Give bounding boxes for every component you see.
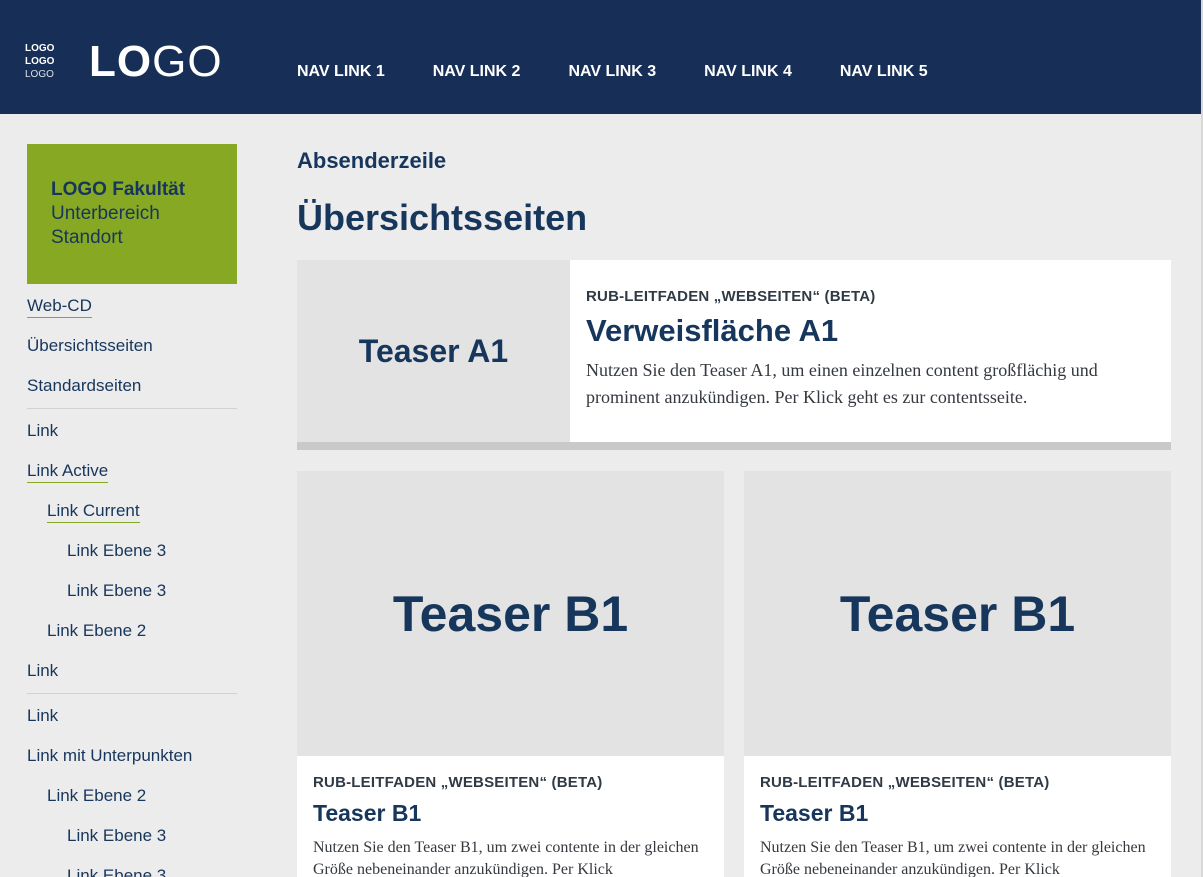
top-header: LOGO LOGO LOGO LOGO NAV LINK 1 NAV LINK … bbox=[0, 0, 1203, 114]
sidebar-nav: Web-CD Übersichtsseiten Standardseiten L… bbox=[27, 286, 237, 877]
sidebar-item-link[interactable]: Link bbox=[27, 411, 237, 451]
sidebar-item-link-ebene-2[interactable]: Link Ebene 2 bbox=[27, 611, 237, 651]
sidebar-item-link-current[interactable]: Link Current bbox=[27, 491, 237, 531]
sidebar-item-label: Link bbox=[27, 421, 59, 440]
sidebar-item-label: Link Ebene 3 bbox=[67, 826, 167, 845]
sidebar-item-uebersichtsseiten[interactable]: Übersichtsseiten bbox=[27, 326, 237, 366]
teaser-heading[interactable]: Verweisfläche A1 bbox=[586, 313, 1156, 349]
teaser-b1-card[interactable]: Teaser B1 RUB-LEITFADEN „WEBSEITEN“ (BET… bbox=[297, 471, 724, 877]
nav-link-5[interactable]: NAV LINK 5 bbox=[840, 62, 928, 82]
teaser-b1-text: RUB-LEITFADEN „WEBSEITEN“ (BETA) Teaser … bbox=[313, 774, 708, 877]
teaser-a1-text: RUB-LEITFADEN „WEBSEITEN“ (BETA) Verweis… bbox=[586, 288, 1156, 411]
sidebar-item-label: Standardseiten bbox=[27, 376, 142, 395]
teaser-description: Nutzen Sie den Teaser A1, um einen einze… bbox=[586, 360, 1098, 407]
logo-main-bold: LO bbox=[89, 37, 153, 86]
sidebar-item-standardseiten[interactable]: Standardseiten bbox=[27, 366, 237, 406]
sidebar-item-label: Link Current bbox=[47, 500, 140, 523]
faculty-box[interactable]: LOGO Fakultät Unterbereich Standort bbox=[27, 144, 237, 284]
sidebar-item-label: Link mit Unterpunkten bbox=[27, 746, 193, 765]
sidebar-item-label: Link Ebene 2 bbox=[47, 621, 147, 640]
sidebar-item-link-ebene-3[interactable]: Link Ebene 3 bbox=[27, 816, 237, 856]
faculty-subarea: Unterbereich bbox=[51, 203, 160, 224]
teaser-b1-card[interactable]: Teaser B1 RUB-LEITFADEN „WEBSEITEN“ (BET… bbox=[744, 471, 1171, 877]
teaser-heading[interactable]: Teaser B1 bbox=[313, 800, 708, 827]
sidebar-item-link[interactable]: Link bbox=[27, 651, 237, 691]
teaser-b1-image[interactable]: Teaser B1 bbox=[744, 471, 1171, 756]
sidebar-divider bbox=[27, 693, 237, 694]
logo-small-line: LOGO bbox=[25, 69, 54, 80]
teaser-kicker: RUB-LEITFADEN „WEBSEITEN“ (BETA) bbox=[313, 774, 603, 791]
teaser-b1-text: RUB-LEITFADEN „WEBSEITEN“ (BETA) Teaser … bbox=[760, 774, 1155, 877]
nav-link-3[interactable]: NAV LINK 3 bbox=[568, 62, 656, 82]
sidebar-item-label: Link Ebene 3 bbox=[67, 541, 167, 560]
nav-link-2[interactable]: NAV LINK 2 bbox=[433, 62, 521, 82]
sidebar-item-label: Übersichtsseiten bbox=[27, 336, 153, 355]
teaser-kicker: RUB-LEITFADEN „WEBSEITEN“ (BETA) bbox=[760, 774, 1050, 791]
teaser-description: Nutzen Sie den Teaser B1, um zwei conten… bbox=[313, 839, 699, 877]
sender-line: Absenderzeile bbox=[297, 148, 447, 173]
sidebar-item-link-active[interactable]: Link Active bbox=[27, 451, 237, 491]
sidebar-item-label: Link Ebene 2 bbox=[47, 786, 147, 805]
sidebar-divider bbox=[27, 408, 237, 409]
teaser-heading[interactable]: Teaser B1 bbox=[760, 800, 1155, 827]
faculty-location: Standort bbox=[51, 227, 123, 248]
sidebar-item-link-ebene-3[interactable]: Link Ebene 3 bbox=[27, 571, 237, 611]
logo-small[interactable]: LOGO LOGO LOGO bbox=[25, 42, 54, 81]
sidebar-item-link-mit-unterpunkten[interactable]: Link mit Unterpunkten bbox=[27, 736, 237, 776]
teaser-a1-card[interactable]: Teaser A1 RUB-LEITFADEN „WEBSEITEN“ (BET… bbox=[297, 260, 1171, 450]
sidebar-item-link-ebene-3[interactable]: Link Ebene 3 bbox=[27, 856, 237, 877]
teaser-kicker: RUB-LEITFADEN „WEBSEITEN“ (BETA) bbox=[586, 288, 876, 305]
faculty-title: LOGO Fakultät bbox=[51, 179, 186, 200]
sidebar-item-web-cd[interactable]: Web-CD bbox=[27, 286, 237, 326]
sidebar-item-label: Link Ebene 3 bbox=[67, 581, 167, 600]
sidebar-item-label: Link bbox=[27, 706, 59, 725]
sidebar-item-label: Link Ebene 3 bbox=[67, 866, 167, 877]
sidebar-item-label: Web-CD bbox=[27, 295, 92, 318]
logo-main-light: GO bbox=[152, 37, 223, 86]
teaser-b1-image[interactable]: Teaser B1 bbox=[297, 471, 724, 756]
sidebar-item-link-ebene-3[interactable]: Link Ebene 3 bbox=[27, 531, 237, 571]
main-nav: NAV LINK 1 NAV LINK 2 NAV LINK 3 NAV LIN… bbox=[297, 62, 976, 82]
nav-link-4[interactable]: NAV LINK 4 bbox=[704, 62, 792, 82]
sidebar-item-link-ebene-2[interactable]: Link Ebene 2 bbox=[27, 776, 237, 816]
logo-main[interactable]: LOGO bbox=[89, 38, 223, 86]
page-title: Übersichtsseiten bbox=[297, 197, 588, 238]
sidebar-item-link[interactable]: Link bbox=[27, 696, 237, 736]
nav-link-1[interactable]: NAV LINK 1 bbox=[297, 62, 385, 82]
teaser-a1-image[interactable]: Teaser A1 bbox=[297, 260, 570, 442]
sidebar-item-label: Link bbox=[27, 661, 59, 680]
sidebar-item-label: Link Active bbox=[27, 460, 109, 483]
teaser-description: Nutzen Sie den Teaser B1, um zwei conten… bbox=[760, 839, 1146, 877]
logo-small-line: LOGO bbox=[25, 43, 55, 54]
logo-small-line: LOGO bbox=[25, 56, 55, 67]
